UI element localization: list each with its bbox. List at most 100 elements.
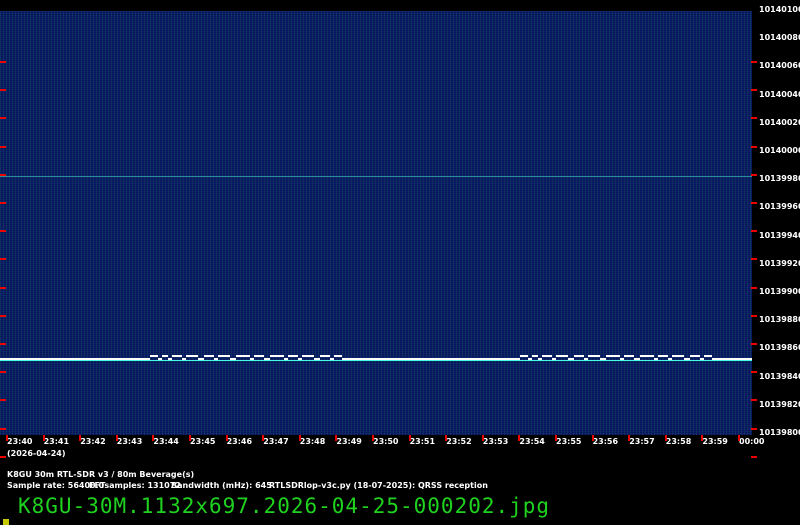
filename-caption: K8GU-30M.1132x697.2026-04-25-000202.jpg xyxy=(18,494,551,518)
time-tick xyxy=(189,435,191,441)
frequency-label: 10140080 xyxy=(759,33,800,43)
signal-segment xyxy=(538,358,542,360)
frequency-tick xyxy=(0,89,6,92)
frequency-tick xyxy=(751,202,757,204)
time-label: 23:51 xyxy=(409,437,436,446)
frequency-tick xyxy=(0,173,6,176)
signal-segment xyxy=(172,355,182,357)
time-label: 23:50 xyxy=(373,437,399,446)
time-label: 23:54 xyxy=(519,437,545,446)
signal-segment xyxy=(552,358,556,360)
frequency-label: 10140020 xyxy=(759,117,800,127)
time-tick xyxy=(701,435,704,441)
time-tick xyxy=(372,435,374,441)
frequency-tick xyxy=(751,455,757,458)
signal-segment xyxy=(600,358,606,360)
frequency-tick xyxy=(0,145,6,148)
signal-segment xyxy=(330,358,334,360)
time-label: 23:47 xyxy=(263,437,289,446)
signal-segment xyxy=(520,355,528,357)
signal-segment xyxy=(158,358,162,360)
frequency-label: 10140100 xyxy=(759,5,800,14)
frequency-tick xyxy=(751,145,757,148)
signal-segment xyxy=(620,358,624,360)
faint-carrier-line xyxy=(0,176,752,177)
signal-segment xyxy=(334,355,342,357)
time-tick xyxy=(298,435,301,441)
time-label: 23:44 xyxy=(153,437,179,446)
time-label: 23:43 xyxy=(116,437,143,446)
signal-segment xyxy=(204,355,214,357)
time-label: 23:57 xyxy=(629,437,655,446)
waterfall-plot xyxy=(0,11,752,435)
frequency-tick xyxy=(0,343,6,345)
signal-segment xyxy=(182,358,186,360)
signal-segment xyxy=(568,358,574,360)
signal-segment xyxy=(588,355,600,357)
frequency-label: 10139900 xyxy=(759,287,800,296)
signal-segment xyxy=(320,355,330,357)
station-info: K8GU 30m RTL-SDR v3 / 80m Beverage(s) xyxy=(7,470,195,479)
frequency-label: 10139880 xyxy=(759,315,800,325)
frequency-label: 10139860 xyxy=(759,343,800,353)
time-tick xyxy=(152,435,155,441)
time-label: 23:52 xyxy=(446,437,472,446)
frequency-label: 10139800 xyxy=(759,428,800,437)
frequency-tick xyxy=(751,427,757,430)
signal-segment xyxy=(624,355,634,357)
time-label: 23:56 xyxy=(592,437,619,446)
time-label: 23:49 xyxy=(336,437,362,446)
time-tick xyxy=(518,435,521,441)
time-label: 23:55 xyxy=(556,437,582,446)
frequency-tick xyxy=(751,117,757,120)
signal-segment xyxy=(532,355,538,357)
signal-segment xyxy=(250,358,254,360)
time-tick xyxy=(335,435,338,441)
time-tick xyxy=(628,435,631,441)
time-label: 23:42 xyxy=(80,437,106,446)
signal-segment xyxy=(186,355,198,357)
time-label: 23:53 xyxy=(482,437,509,446)
signal-segment xyxy=(690,355,700,357)
signal-segment xyxy=(298,358,302,360)
signal-segment xyxy=(270,355,284,357)
frequency-tick xyxy=(751,314,757,317)
signal-segment xyxy=(712,358,752,360)
time-tick xyxy=(664,435,667,441)
signal-segment xyxy=(658,355,668,357)
frequency-tick xyxy=(751,61,757,63)
frequency-tick xyxy=(0,399,6,402)
signal-segment xyxy=(236,355,250,357)
signal-segment xyxy=(288,355,298,357)
frequency-tick xyxy=(0,258,6,261)
signal-segment xyxy=(528,358,532,360)
time-label: 23:58 xyxy=(665,437,692,446)
frequency-tick xyxy=(751,258,757,261)
frequency-tick xyxy=(0,455,6,458)
time-label: 23:59 xyxy=(702,437,728,446)
signal-segment xyxy=(654,358,658,360)
time-tick xyxy=(445,435,448,441)
frequency-tick xyxy=(0,230,6,233)
signal-segment xyxy=(198,358,204,360)
time-label: 23:45 xyxy=(190,437,216,446)
signal-segment xyxy=(606,355,620,357)
time-tick xyxy=(591,435,594,441)
frequency-tick xyxy=(0,286,6,289)
frequency-tick xyxy=(751,286,757,289)
signal-segment xyxy=(150,355,158,357)
frequency-tick xyxy=(0,314,6,317)
frequency-tick xyxy=(0,61,6,63)
signal-segment xyxy=(0,358,150,360)
frequency-label: 10139840 xyxy=(759,371,800,381)
frequency-tick xyxy=(751,343,757,345)
signal-segment xyxy=(230,358,236,360)
time-label: 23:41 xyxy=(43,437,70,446)
signal-segment xyxy=(254,355,264,357)
time-tick xyxy=(481,435,484,441)
frequency-label: 10139980 xyxy=(759,174,800,184)
signal-segment xyxy=(700,358,704,360)
signal-segment xyxy=(640,355,654,357)
frequency-tick xyxy=(751,89,757,92)
time-tick xyxy=(225,435,228,441)
